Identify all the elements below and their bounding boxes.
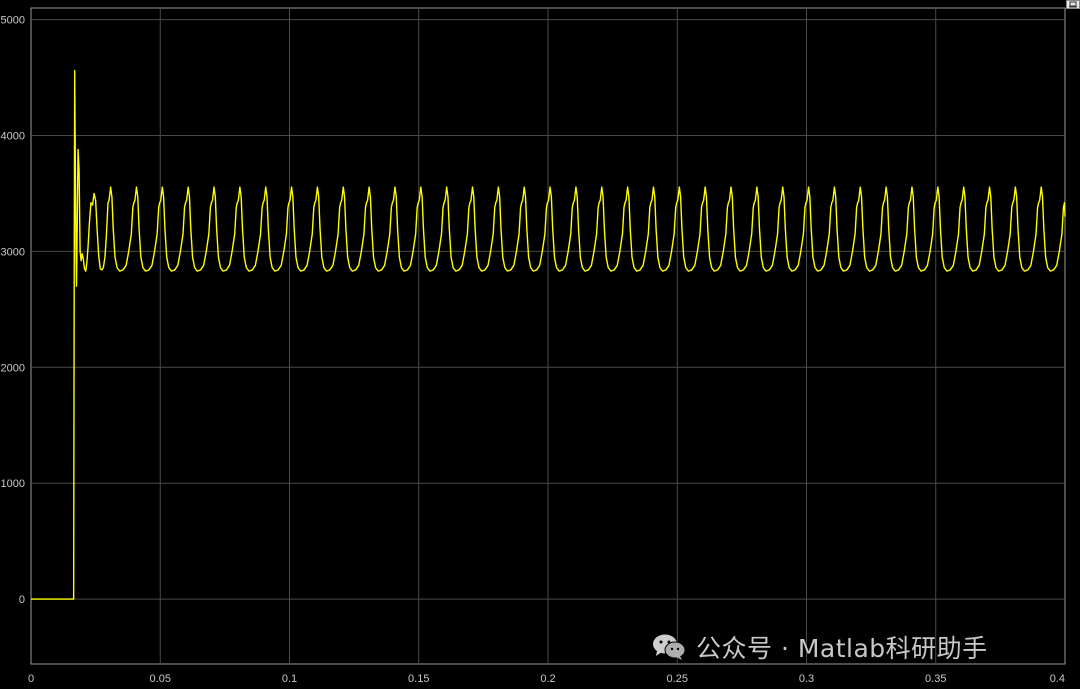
x-tick-label: 0.35: [925, 673, 946, 685]
watermark: 公众号 · Matlab科研助手: [652, 629, 988, 665]
watermark-text: 公众号 · Matlab科研助手: [696, 634, 988, 663]
x-tick-label: 0.05: [150, 673, 171, 685]
y-tick-label: 0: [19, 594, 25, 606]
x-tick-label: 0.1: [282, 673, 297, 685]
y-tick-label: 4000: [1, 130, 25, 142]
x-tick-label: 0.25: [667, 673, 688, 685]
y-tick-label: 5000: [1, 15, 25, 27]
restore-icon: [1069, 1, 1077, 8]
x-tick-label: 0.4: [1050, 673, 1065, 685]
restore-button[interactable]: [1066, 0, 1080, 9]
x-tick-label: 0: [28, 673, 34, 685]
wechat-icon: [653, 634, 686, 660]
x-tick-label: 0.3: [799, 673, 814, 685]
y-tick-label: 1000: [1, 478, 25, 490]
x-tick-label: 0.2: [540, 673, 555, 685]
y-tick-label: 2000: [1, 362, 25, 374]
x-tick-labels: 0 0.05 0.1 0.15 0.2 0.25 0.3 0.35 0.4: [28, 673, 1065, 685]
scope-chart: 0 1000 2000 3000 4000 5000 0 0.05 0.1 0.15 0.2 0.2…: [1, 7, 1066, 685]
y-tick-label: 3000: [1, 246, 25, 258]
x-tick-label: 0.15: [408, 673, 429, 685]
y-tick-labels: 0 1000 2000 3000 4000 5000: [1, 15, 25, 607]
